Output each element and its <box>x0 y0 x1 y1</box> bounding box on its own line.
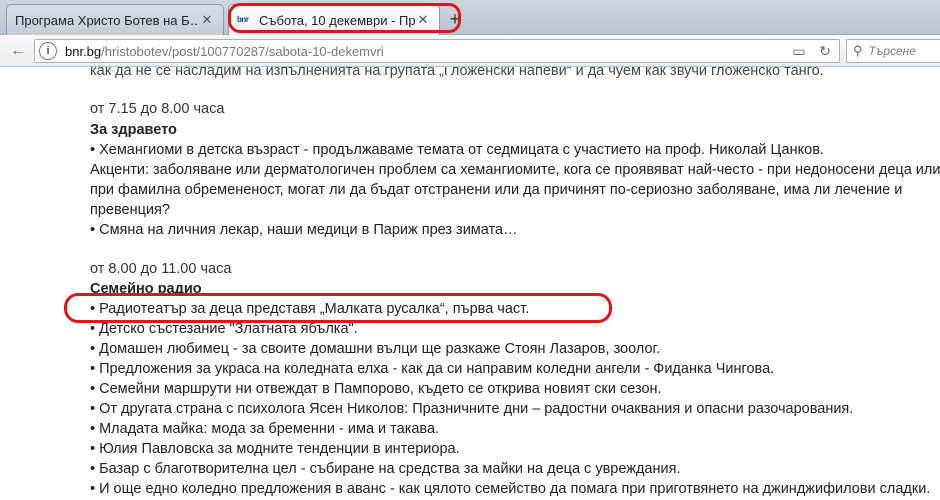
url-host: bnr.bg <box>65 43 102 59</box>
list-item: • И още едно коледно предложения в аванс… <box>90 481 931 497</box>
reload-icon[interactable]: ↻ <box>815 42 835 60</box>
tab-programa[interactable]: Програма Христо Ботев на Б… ✕ <box>6 4 224 35</box>
paragraph-line: • Хемангиоми в детска възраст - продължа… <box>90 142 824 158</box>
list-item: • От другата страна с психолога Ясен Ник… <box>90 401 854 417</box>
list-item: • Радиотеатър за деца представя „Малката… <box>90 301 530 317</box>
list-item: • Семейни маршрути ни отвеждат в Пампоро… <box>90 381 662 397</box>
tab-title: Събота, 10 декември - Пр… <box>259 12 415 28</box>
navigation-bar: ← i bnr.bg/hristobotev/post/100770287/sa… <box>0 35 940 67</box>
list-item: • Предложения за украса на коледната елх… <box>90 361 775 377</box>
close-tab-icon[interactable]: ✕ <box>415 12 431 28</box>
section-heading: Семейно радио <box>90 281 202 297</box>
paragraph-line: при фамилна обремененост, могат ли да бъ… <box>90 182 903 198</box>
page-content: как да не се насладим на изпълненията на… <box>0 67 940 500</box>
address-bar[interactable]: i bnr.bg/hristobotev/post/100770287/sabo… <box>34 39 840 63</box>
section-time: от 8.00 до 11.00 часа <box>90 261 232 277</box>
reader-view-icon[interactable]: ▭ <box>789 42 809 60</box>
list-item: • Домашен любимец - за своите домашни въ… <box>90 341 661 357</box>
site-info-icon[interactable]: i <box>39 42 57 60</box>
search-bar[interactable]: ⚲ Търсене <box>846 39 940 63</box>
bnr-favicon-icon: bnr <box>237 15 249 24</box>
new-tab-button[interactable]: + <box>444 8 466 30</box>
tab-sabota[interactable]: bnr Събота, 10 декември - Пр… ✕ <box>228 4 440 35</box>
cut-off-paragraph: как да не се насладим на изпълненията на… <box>90 67 824 79</box>
tab-strip: Програма Христо Ботев на Б… ✕ bnr Събота… <box>0 0 940 35</box>
search-icon: ⚲ <box>853 43 863 58</box>
paragraph-line: • Смяна на личния лекар, наши медици в П… <box>90 222 518 238</box>
list-item: • Базар с благотворителна цел - събиране… <box>90 461 681 477</box>
search-placeholder: Търсене <box>868 44 916 58</box>
back-icon[interactable]: ← <box>6 40 30 62</box>
paragraph-line: превенция? <box>90 202 170 218</box>
section-heading: За здравето <box>90 122 177 138</box>
tab-title: Програма Христо Ботев на Б… <box>15 12 199 28</box>
list-item: • Младата майка: мода за бременни - има … <box>90 421 440 437</box>
list-item: • Юлия Павловска за модните тенденции в … <box>90 441 460 457</box>
list-item: • Детско състезание "Златната ябълка". <box>90 321 358 337</box>
paragraph-line: Акценти: заболяване или дерматологичен п… <box>90 162 940 178</box>
url-path: /hristobotev/post/100770287/sabota-10-de… <box>101 43 384 59</box>
section-time: от 7.15 до 8.00 часа <box>90 101 225 117</box>
close-tab-icon[interactable]: ✕ <box>199 12 215 28</box>
